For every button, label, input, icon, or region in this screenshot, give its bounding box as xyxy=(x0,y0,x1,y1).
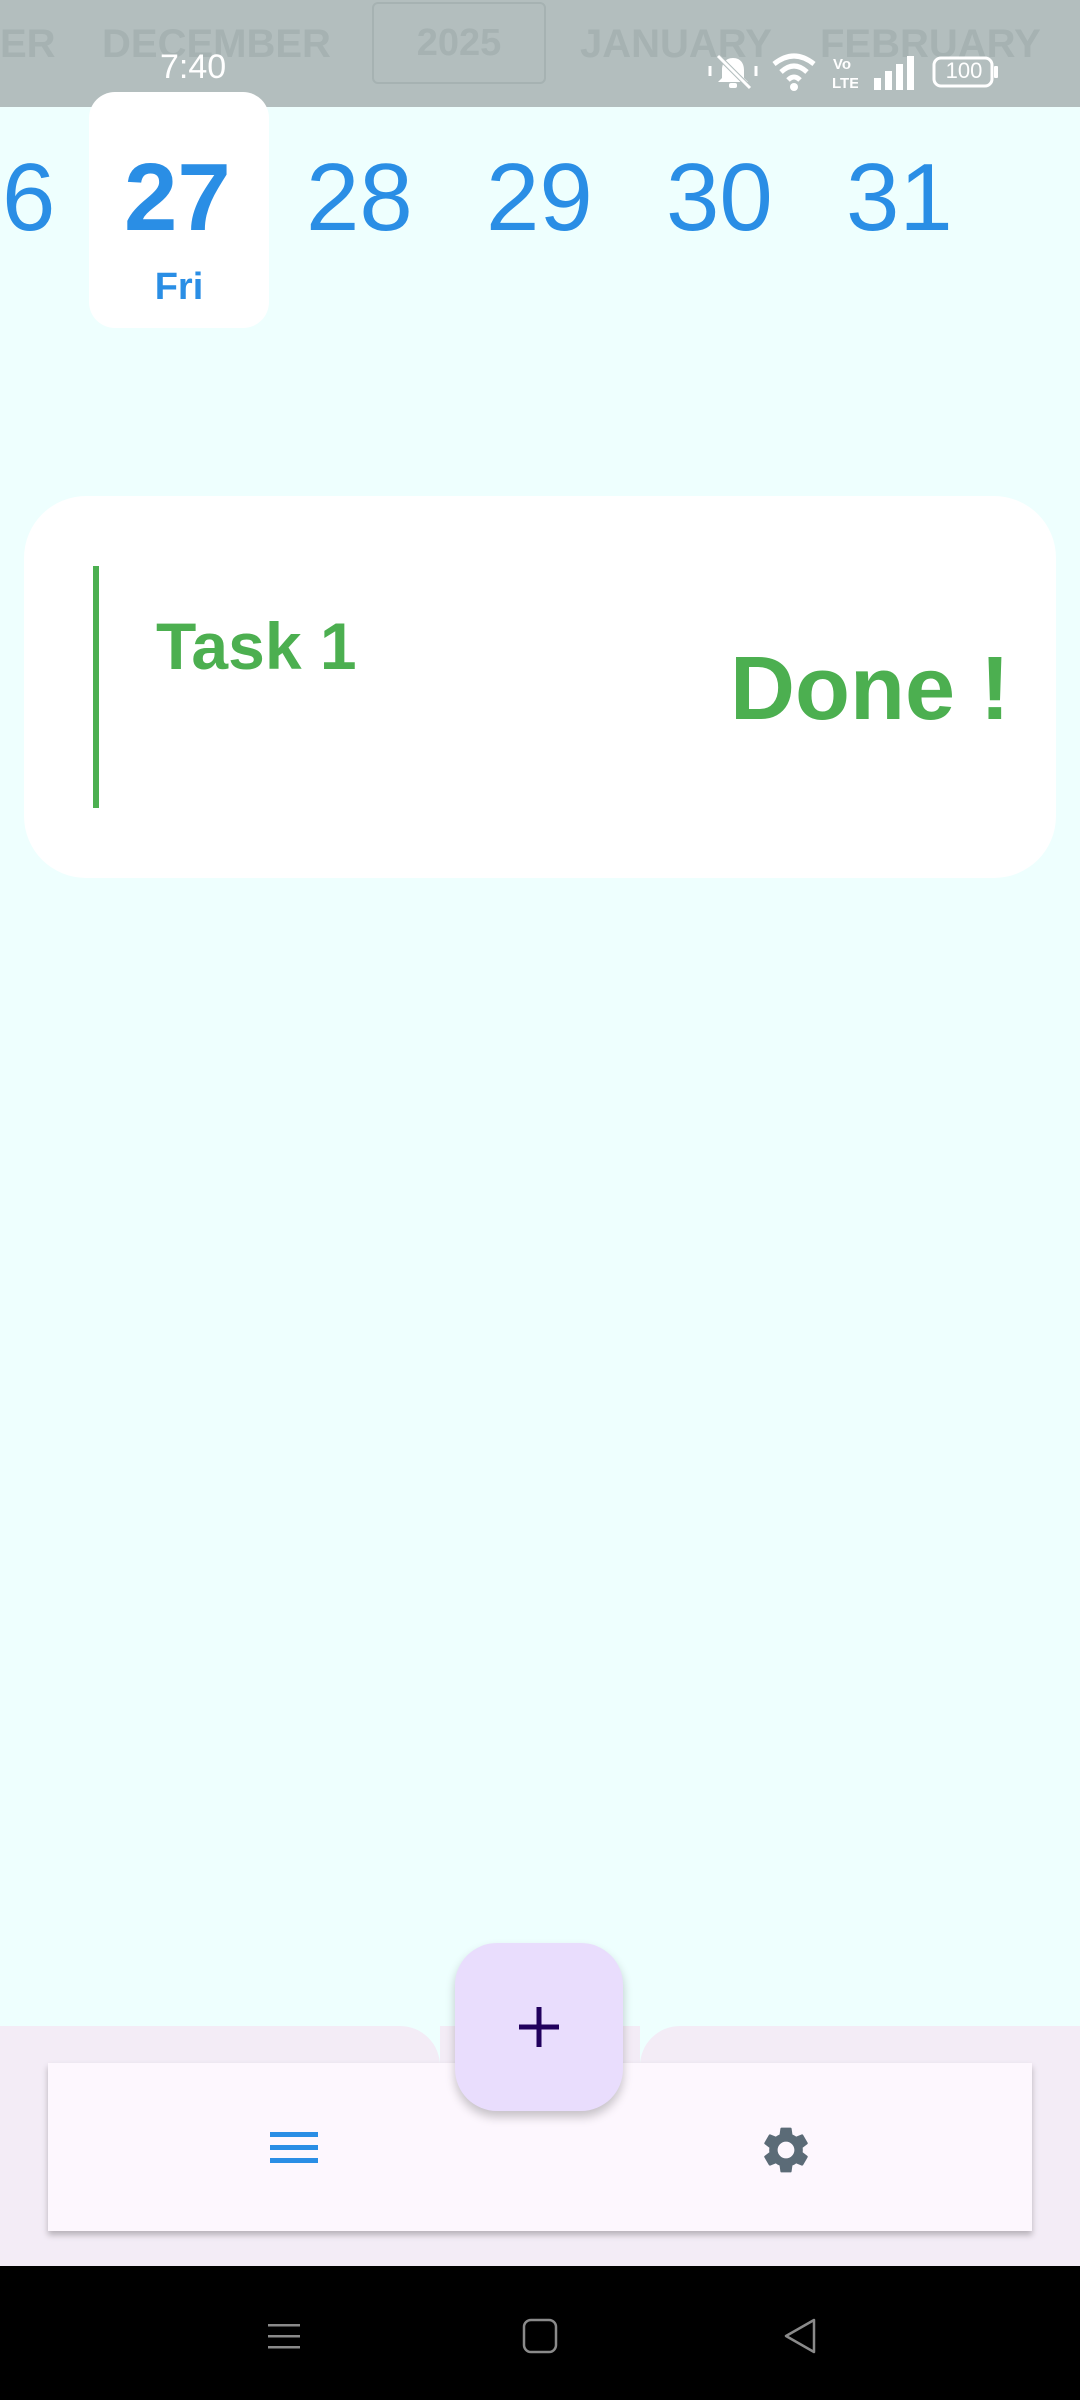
recents-icon xyxy=(268,2324,300,2349)
svg-text:Vo: Vo xyxy=(833,56,851,73)
add-task-button[interactable] xyxy=(455,1943,623,2111)
wifi-icon xyxy=(772,53,816,91)
task-color-bar xyxy=(93,566,99,808)
settings-button[interactable] xyxy=(736,2100,836,2200)
task-card[interactable]: Task 1 Done ! xyxy=(24,496,1056,878)
mute-icon xyxy=(708,54,758,90)
menu-button[interactable] xyxy=(244,2108,344,2188)
status-time: 7:40 xyxy=(160,48,227,86)
selected-weekday: Fri xyxy=(154,266,204,308)
day-item-selected[interactable]: 27 xyxy=(124,150,231,246)
plus-icon xyxy=(519,2007,559,2047)
home-icon xyxy=(522,2318,558,2354)
back-icon xyxy=(784,2318,816,2354)
task-title: Task 1 xyxy=(156,609,357,683)
svg-text:LTE: LTE xyxy=(832,75,858,92)
task-status: Done ! xyxy=(730,639,1010,739)
day-item[interactable]: 28 xyxy=(306,150,413,246)
status-bar: ER DECEMBER 2025 JANUARY FEBRUARY 7:40 V… xyxy=(0,0,1080,107)
day-item[interactable]: 29 xyxy=(486,150,593,246)
bar-shoulder xyxy=(640,2026,1080,2066)
menu-icon xyxy=(270,2132,318,2163)
home-button[interactable] xyxy=(500,2296,580,2376)
gear-icon xyxy=(764,2127,808,2173)
day-item[interactable]: 6 xyxy=(2,150,55,246)
day-item[interactable]: 31 xyxy=(846,150,953,246)
month-label[interactable]: ER xyxy=(0,22,56,67)
signal-icon xyxy=(874,56,914,90)
day-item[interactable]: 30 xyxy=(666,150,773,246)
recents-button[interactable] xyxy=(244,2296,324,2376)
back-button[interactable] xyxy=(760,2296,840,2376)
volte-icon: Vo LTE xyxy=(832,56,858,92)
year-selector[interactable]: 2025 xyxy=(372,2,546,84)
battery-level: 100 xyxy=(945,58,983,83)
bar-shoulder xyxy=(0,2026,440,2066)
